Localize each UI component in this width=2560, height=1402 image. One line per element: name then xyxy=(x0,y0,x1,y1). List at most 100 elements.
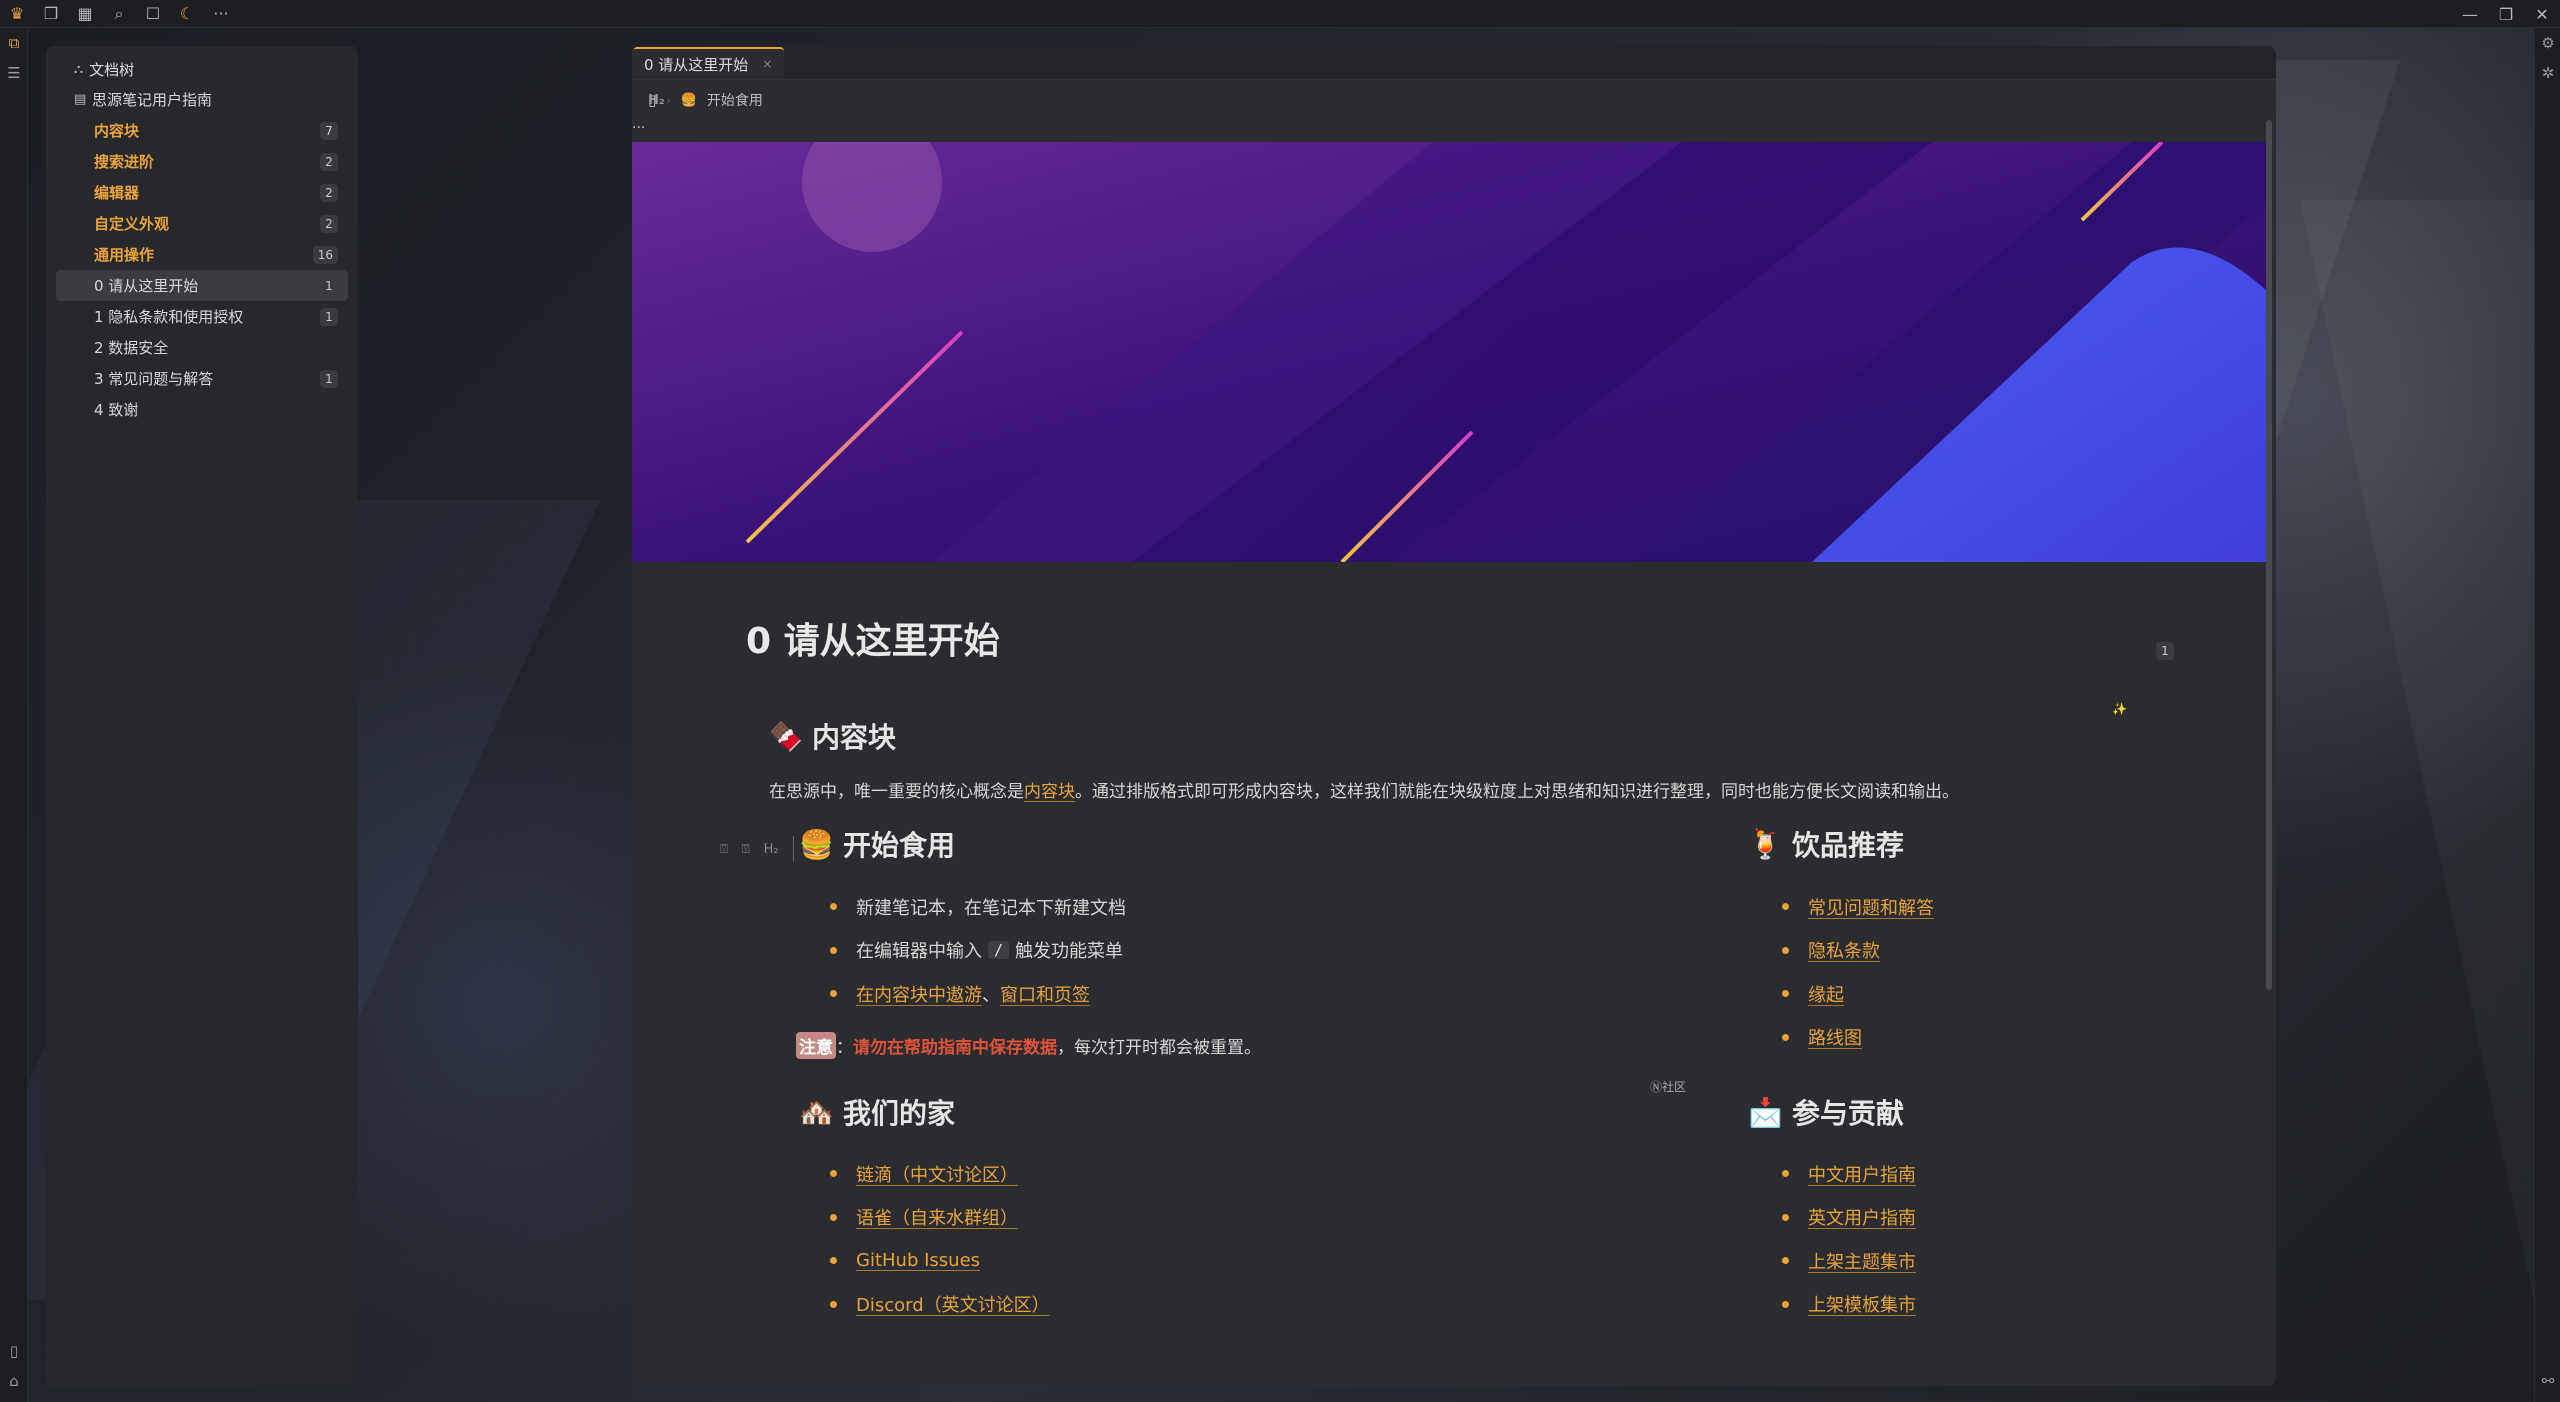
list-item-text: 在编辑器中输入 xyxy=(856,941,982,963)
tree-item-count: 16 xyxy=(312,245,338,264)
tree-item-count: 7 xyxy=(320,121,338,140)
list-item[interactable]: 在编辑器中输入 / 触发功能菜单 xyxy=(826,929,1126,973)
list-item[interactable]: 常见问题和解答 xyxy=(1778,885,1934,929)
breadcrumb-heading[interactable]: 开始食用 xyxy=(707,90,763,110)
crown-icon[interactable]: ♛ xyxy=(0,0,34,28)
home-link[interactable]: GitHub Issues xyxy=(856,1250,980,1271)
tree-item-label: 内容块 xyxy=(94,122,140,140)
drag-icon[interactable]: ⍔ xyxy=(742,842,750,857)
tree-item-label: 4 致谢 xyxy=(94,401,139,419)
home-link[interactable]: 语雀（自来水群组） xyxy=(856,1204,1018,1230)
heading-start[interactable]: 🍔 开始食用 xyxy=(799,824,955,864)
drinks-list: 常见问题和解答 隐私条款缘起路线图 xyxy=(1778,885,1934,1059)
tree-item[interactable]: 2 数据安全 xyxy=(56,332,348,363)
list-item[interactable]: GitHub Issues xyxy=(826,1239,1050,1283)
search-icon[interactable]: ⌕ xyxy=(102,0,136,28)
contribute-link[interactable]: 英文用户指南 xyxy=(1808,1204,1916,1230)
contribute-link[interactable]: 上架模板集市 xyxy=(1808,1291,1916,1317)
list-item[interactable]: 链滴（中文讨论区） xyxy=(826,1152,1050,1196)
more-icon[interactable]: ··· xyxy=(204,0,238,28)
blocks-link[interactable]: 内容块 xyxy=(1024,782,1075,802)
contribute-link[interactable]: 上架主题集市 xyxy=(1808,1248,1916,1274)
chocolate-emoji-icon: 🍫 xyxy=(768,719,803,753)
maximize-icon[interactable]: ❐ xyxy=(2488,0,2524,28)
gutter-h2-marker[interactable]: H₂ xyxy=(764,842,779,857)
list-item[interactable]: 上架模板集市 xyxy=(1778,1283,1916,1327)
left-dock: ⧉ ☰ ▯ ⌂ xyxy=(0,28,28,1402)
backlink-count-badge[interactable]: 1 xyxy=(2156,642,2174,660)
note-colon: ： xyxy=(836,1038,853,1058)
drag-icon[interactable]: ⍔ xyxy=(720,842,728,857)
calendar-icon[interactable]: ▦ xyxy=(68,0,102,28)
graph-icon[interactable]: ⚙ xyxy=(2535,28,2560,58)
list-item[interactable]: Discord（英文讨论区） xyxy=(826,1283,1050,1327)
heading-drinks[interactable]: 🍹 饮品推荐 xyxy=(1748,824,1904,864)
cocktail-emoji-icon: 🍹 xyxy=(1748,827,1783,861)
drinks-link[interactable]: 常见问题和解答 xyxy=(1808,894,1934,920)
tag-icon[interactable]: ⌂ xyxy=(0,1366,28,1396)
heading-contribute[interactable]: 📩 参与贡献 xyxy=(1748,1092,1904,1132)
list-item[interactable]: 中文用户指南 xyxy=(1778,1152,1916,1196)
heading-home[interactable]: 🏘️ 我们的家 xyxy=(799,1092,955,1132)
list-item[interactable]: 上架主题集市 xyxy=(1778,1239,1916,1283)
list-item[interactable]: 语雀（自来水群组） xyxy=(826,1196,1050,1240)
note-text: ，每次打开时都会被重置。 xyxy=(1057,1038,1261,1058)
list-item[interactable]: 新建笔记本，在笔记本下新建文档 xyxy=(826,885,1126,929)
heading-home-text: 我们的家 xyxy=(843,1097,956,1130)
tree-item[interactable]: 自定义外观 2 xyxy=(56,208,348,239)
moon-icon[interactable]: ☾ xyxy=(170,0,204,28)
paragraph-blocks[interactable]: 在思源中，唯一重要的核心概念是内容块。通过排版格式即可形成内容块，这样我们就能在… xyxy=(769,777,1959,802)
bookmark-icon[interactable]: ▯ xyxy=(0,1336,28,1366)
tree-item-count: 1 xyxy=(320,369,338,388)
notebook-icon: ▤ xyxy=(74,92,87,107)
tree-item-label: 编辑器 xyxy=(94,184,140,202)
list-item[interactable]: 缘起 xyxy=(1778,972,1934,1016)
drinks-link[interactable]: 缘起 xyxy=(1808,981,1844,1007)
tree-item[interactable]: 3 常见问题与解答 1 xyxy=(56,363,348,394)
backlink-icon[interactable]: ⚯ xyxy=(2535,1366,2560,1396)
drinks-link[interactable]: 隐私条款 xyxy=(1808,937,1880,963)
tree-item[interactable]: 0 请从这里开始 1 xyxy=(56,270,348,301)
warning-note[interactable]: 注意：请勿在帮助指南中保存数据 ，每次打开时都会被重置。 xyxy=(796,1032,1261,1059)
notebook-row[interactable]: ▤ 思源笔记用户指南 xyxy=(56,84,348,115)
tree-item-label: 通用操作 xyxy=(94,246,155,264)
tree-icon: ⛬ xyxy=(74,61,84,77)
file-icon[interactable]: ❐ xyxy=(34,0,68,28)
breadcrumb: ▯ › H₂ 🍔 开始食用 xyxy=(632,80,2276,120)
heading-drinks-text: 饮品推荐 xyxy=(1792,829,1905,862)
home-link[interactable]: Discord（英文讨论区） xyxy=(856,1291,1050,1317)
list-item[interactable]: 在内容块中遨游、窗口和页签 xyxy=(826,972,1126,1016)
explore-blocks-link[interactable]: 在内容块中遨游 xyxy=(856,981,982,1007)
more-icon[interactable]: ··· xyxy=(632,120,2276,136)
windows-tabs-link[interactable]: 窗口和页签 xyxy=(1000,981,1090,1007)
scrollbar[interactable] xyxy=(2266,120,2272,990)
minimize-icon[interactable]: — xyxy=(2452,0,2488,28)
square-icon[interactable]: ☐ xyxy=(136,0,170,28)
contribute-link[interactable]: 中文用户指南 xyxy=(1808,1161,1916,1187)
list-item[interactable]: 路线图 xyxy=(1778,1016,1934,1060)
heading-blocks[interactable]: 🍫 内容块 xyxy=(768,716,896,756)
global-graph-icon[interactable]: ✲ xyxy=(2535,58,2560,88)
tab-doc[interactable]: 0 请从这里开始 × xyxy=(632,47,785,79)
tree-item[interactable]: 1 隐私条款和使用授权 1 xyxy=(56,301,348,332)
list-item[interactable]: 英文用户指南 xyxy=(1778,1196,1916,1240)
note-tag: 注意 xyxy=(796,1032,836,1059)
page-title[interactable]: 0 请从这里开始 xyxy=(746,612,1000,664)
tree-item[interactable]: 通用操作 16 xyxy=(56,239,348,270)
cover-svg xyxy=(632,142,2268,562)
tree-item-count: 1 xyxy=(320,276,338,295)
block-gutter: ⍔ ⍔ H₂ xyxy=(720,836,794,862)
tab-close-icon[interactable]: × xyxy=(762,57,772,71)
outline-icon[interactable]: ☰ xyxy=(0,58,28,88)
tree-item[interactable]: 内容块 7 xyxy=(56,115,348,146)
doc-tree-icon[interactable]: ⧉ xyxy=(0,28,28,58)
heading-blocks-text: 内容块 xyxy=(812,721,897,754)
home-link[interactable]: 链滴（中文讨论区） xyxy=(856,1161,1018,1187)
tree-item[interactable]: 搜索进阶 2 xyxy=(56,146,348,177)
close-icon[interactable]: ✕ xyxy=(2524,0,2560,28)
tree-item[interactable]: 编辑器 2 xyxy=(56,177,348,208)
list-item[interactable]: 隐私条款 xyxy=(1778,929,1934,973)
breadcrumb-h2-marker: H₂ xyxy=(648,92,665,108)
drinks-link[interactable]: 路线图 xyxy=(1808,1024,1862,1050)
tree-item[interactable]: 4 致谢 xyxy=(56,394,348,425)
